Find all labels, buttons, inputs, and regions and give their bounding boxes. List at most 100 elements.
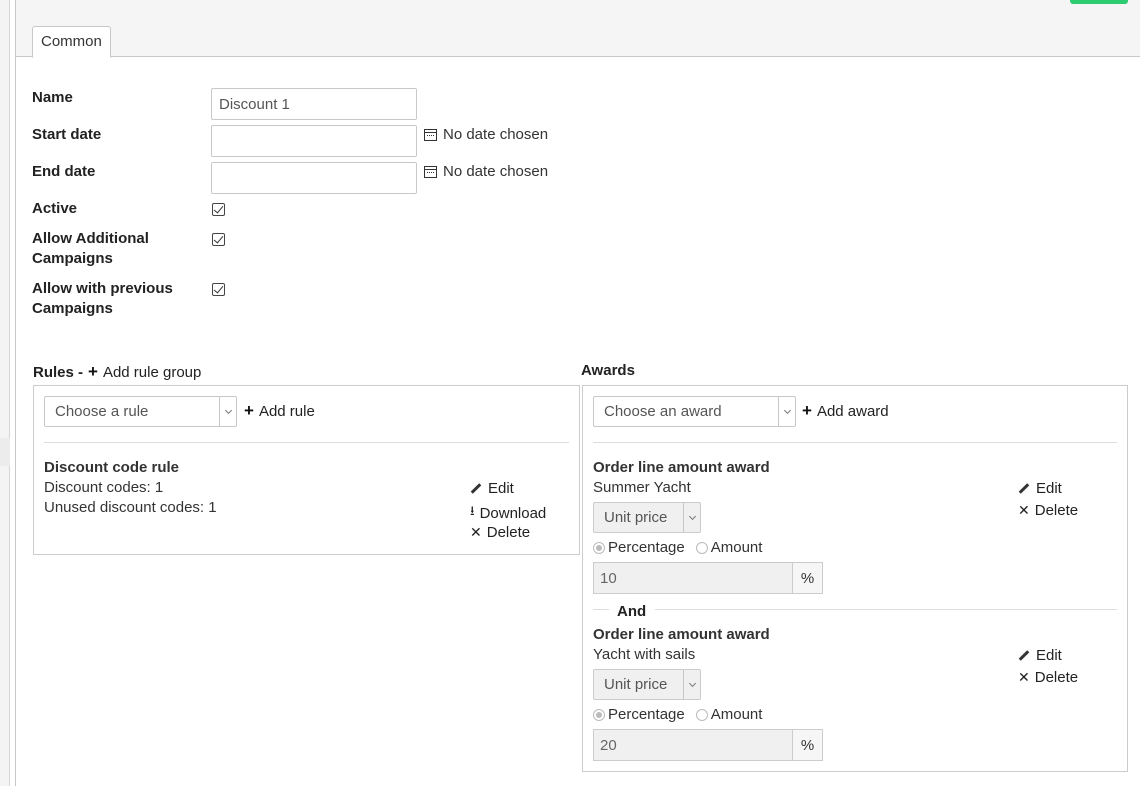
- main-content: Common Name Start date No date chosen En…: [15, 0, 1140, 786]
- start-date-input[interactable]: [211, 125, 417, 157]
- pencil-icon: [1018, 483, 1030, 494]
- end-date-picker[interactable]: No date chosen: [424, 163, 548, 180]
- rule-discount-codes: Discount codes: 1: [44, 479, 164, 496]
- award-value-field[interactable]: 20 %: [593, 729, 823, 761]
- add-rule-label: Add rule: [258, 402, 315, 420]
- allow-additional-label: Allow Additional Campaigns: [32, 229, 149, 269]
- add-rule-button[interactable]: + Add rule: [244, 401, 315, 421]
- award-delete-label: Delete: [1034, 502, 1079, 519]
- plus-icon: +: [802, 401, 812, 420]
- choose-award-select[interactable]: Choose an award: [593, 396, 796, 427]
- award-value-field[interactable]: 10 %: [593, 562, 823, 594]
- percentage-radio[interactable]: [593, 708, 605, 721]
- close-icon: ✕: [1018, 502, 1030, 518]
- end-date-hint: No date chosen: [443, 163, 549, 180]
- rules-title: Rules -: [33, 363, 84, 381]
- rule-edit-label: Edit: [488, 480, 514, 497]
- start-date-label: Start date: [32, 126, 102, 143]
- amount-label: Amount: [710, 539, 763, 556]
- allow-previous-checkbox[interactable]: [212, 283, 225, 296]
- award-unit: %: [792, 730, 822, 760]
- and-separator: And: [617, 603, 647, 620]
- award-type-radios: Percentage Amount: [593, 706, 762, 723]
- calendar-icon[interactable]: [424, 128, 437, 141]
- chevron-down-icon: [778, 397, 795, 426]
- awards-heading: Awards: [581, 362, 635, 379]
- amount-radio[interactable]: [695, 541, 708, 554]
- allow-additional-label-line1: Allow Additional: [32, 230, 149, 247]
- active-checkbox[interactable]: [212, 203, 225, 216]
- divider: [44, 442, 569, 443]
- close-icon: ✕: [1018, 669, 1030, 685]
- award-product: Summer Yacht: [593, 479, 691, 496]
- award-unit: %: [792, 563, 822, 593]
- save-button[interactable]: [1070, 0, 1128, 4]
- choose-rule-value: Choose a rule: [55, 403, 149, 420]
- price-type-value: Unit price: [604, 509, 668, 526]
- award-delete-button[interactable]: ✕ Delete: [1018, 669, 1078, 686]
- rules-panel: Choose a rule + Add rule Discount code r…: [33, 385, 580, 555]
- rule-title: Discount code rule: [44, 459, 180, 476]
- rule-download-button[interactable]: ⭳ Download: [470, 502, 546, 524]
- price-type-value: Unit price: [604, 676, 668, 693]
- award-value: 10: [600, 569, 617, 587]
- price-type-select[interactable]: Unit price: [593, 669, 701, 700]
- percentage-label: Percentage: [608, 539, 685, 556]
- add-rule-group-link[interactable]: + Add rule group: [88, 362, 201, 382]
- award-title: Order line amount award: [593, 626, 770, 643]
- download-icon: ⭳: [470, 503, 475, 518]
- divider: [593, 442, 1117, 443]
- rule-download-label: Download: [479, 504, 547, 522]
- award-edit-label: Edit: [1036, 647, 1062, 664]
- close-icon: ✕: [470, 524, 482, 540]
- chevron-down-icon: [219, 397, 236, 426]
- add-rule-group-label: Add rule group: [102, 363, 202, 381]
- award-value: 20: [600, 736, 617, 754]
- divider: [593, 609, 609, 610]
- percentage-label: Percentage: [608, 706, 685, 723]
- start-date-picker[interactable]: No date chosen: [424, 126, 548, 143]
- add-award-label: Add award: [816, 402, 889, 420]
- award-type-radios: Percentage Amount: [593, 539, 762, 556]
- award-edit-button[interactable]: Edit: [1018, 647, 1062, 664]
- award-product: Yacht with sails: [593, 646, 696, 663]
- award-delete-button[interactable]: ✕ Delete: [1018, 502, 1078, 519]
- allow-additional-label-line2: Campaigns: [32, 250, 113, 267]
- add-award-button[interactable]: + Add award: [802, 401, 889, 421]
- rule-delete-button[interactable]: ✕ Delete: [470, 524, 530, 541]
- active-label: Active: [32, 200, 78, 217]
- tab-common[interactable]: Common: [32, 26, 111, 58]
- allow-additional-checkbox[interactable]: [212, 233, 225, 246]
- chevron-down-icon: [683, 503, 700, 532]
- rules-heading: Rules - + Add rule group: [33, 362, 201, 382]
- amount-label: Amount: [710, 706, 763, 723]
- end-date-label: End date: [32, 163, 96, 180]
- chevron-down-icon: [683, 670, 700, 699]
- end-date-input[interactable]: [211, 162, 417, 194]
- allow-previous-label-line1: Allow with previous: [32, 280, 173, 297]
- sidebar-marker: [0, 438, 10, 466]
- choose-rule-select[interactable]: Choose a rule: [44, 396, 237, 427]
- award-edit-label: Edit: [1036, 480, 1062, 497]
- calendar-icon[interactable]: [424, 165, 437, 178]
- name-label: Name: [32, 89, 73, 106]
- divider: [655, 609, 1117, 610]
- plus-icon: +: [88, 362, 98, 381]
- name-input[interactable]: [211, 88, 417, 120]
- start-date-hint: No date chosen: [443, 126, 549, 143]
- top-bar: Common: [16, 0, 1140, 58]
- pencil-icon: [470, 483, 482, 494]
- amount-radio[interactable]: [695, 708, 708, 721]
- rule-delete-label: Delete: [486, 524, 531, 541]
- award-edit-button[interactable]: Edit: [1018, 480, 1062, 497]
- pencil-icon: [1018, 650, 1030, 661]
- award-delete-label: Delete: [1034, 669, 1079, 686]
- choose-award-value: Choose an award: [604, 403, 722, 420]
- awards-panel: Choose an award + Add award Order line a…: [582, 385, 1128, 772]
- left-sidebar-strip: [0, 0, 10, 786]
- price-type-select[interactable]: Unit price: [593, 502, 701, 533]
- percentage-radio[interactable]: [593, 541, 605, 554]
- rule-edit-button[interactable]: Edit: [470, 480, 514, 497]
- allow-previous-label: Allow with previous Campaigns: [32, 279, 173, 319]
- plus-icon: +: [244, 401, 254, 420]
